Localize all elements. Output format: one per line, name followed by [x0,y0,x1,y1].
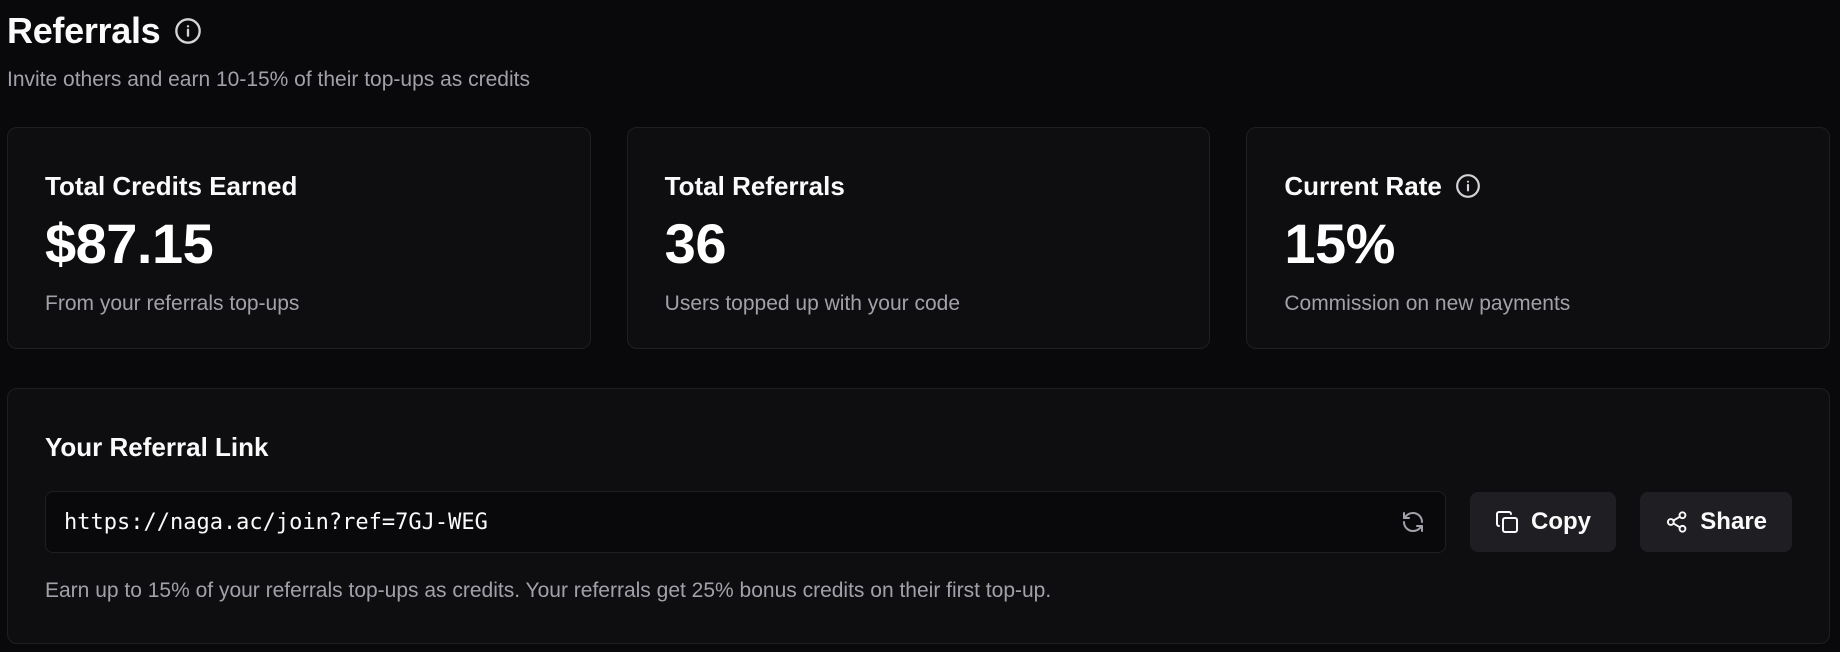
copy-button-label: Copy [1531,508,1591,535]
refresh-icon[interactable] [1401,510,1425,534]
share-button-label: Share [1700,508,1767,535]
info-circle-icon[interactable] [1455,173,1481,199]
stat-card-current-rate: Current Rate 15% Commission on new payme… [1246,127,1831,349]
stat-value: 36 [664,212,727,275]
referral-link-note: Earn up to 15% of your referrals top-ups… [45,579,1052,602]
stats-row: Total Credits Earned $87.15 From your re… [7,127,1831,349]
stat-value: $87.15 [45,212,214,275]
stat-label-row: Total Credits Earned [45,170,553,202]
share-button[interactable]: Share [1640,492,1792,552]
share-icon [1665,510,1688,534]
stat-description: From your referrals top-ups [45,292,300,315]
stat-label-row: Total Referrals [665,170,1173,202]
title-row: Referrals [7,8,530,54]
stat-card-total-referrals: Total Referrals 36 Users topped up with … [626,127,1211,349]
stat-description: Commission on new payments [1284,292,1571,315]
page-subtitle: Invite others and earn 10-15% of their t… [7,68,530,91]
referral-link-input[interactable] [64,509,1401,535]
stat-label: Total Referrals [664,170,845,201]
referral-link-field [45,491,1446,553]
stat-card-total-credits: Total Credits Earned $87.15 From your re… [7,127,591,349]
copy-button[interactable]: Copy [1470,492,1616,552]
page-title: Referrals [7,10,161,51]
referral-link-title: Your Referral Link [45,432,269,462]
stat-label-row: Current Rate [1284,170,1792,202]
stat-label: Current Rate [1284,170,1442,201]
referral-link-card: Your Referral Link Copy [7,388,1830,644]
stat-label: Total Credits Earned [45,170,298,201]
stat-description: Users topped up with your code [664,292,961,315]
stat-value: 15% [1284,212,1395,275]
info-circle-icon[interactable] [174,17,202,45]
referral-link-row: Copy Share [45,491,1792,553]
page-header: Referrals Invite others and earn 10-15% … [7,8,530,92]
copy-icon [1495,510,1519,534]
